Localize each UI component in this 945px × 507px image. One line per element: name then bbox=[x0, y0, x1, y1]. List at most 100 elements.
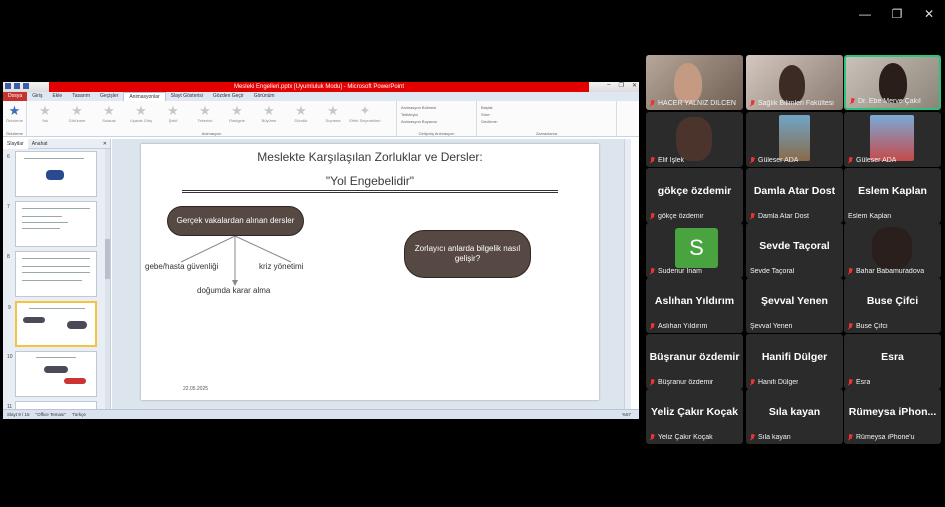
participant-video bbox=[779, 65, 805, 103]
participant-name: Hanifi Dülger bbox=[758, 379, 799, 386]
label-crisis-management: kriz yönetimi bbox=[259, 262, 304, 271]
undo-icon[interactable] bbox=[14, 83, 20, 89]
participant-tile[interactable]: Buse Çifci Buse Çifci bbox=[844, 278, 941, 333]
participant-tile[interactable]: Güleser ADA bbox=[746, 112, 843, 167]
participant-tile[interactable]: Sıla kayan Sıla kayan bbox=[746, 389, 843, 444]
participant-video bbox=[870, 115, 914, 161]
participant-tile[interactable]: Yeliz Çakır Koçak Yeliz Çakır Koçak bbox=[646, 389, 743, 444]
ppt-window-controls[interactable]: – ❐ ✕ bbox=[607, 82, 637, 89]
restore-button[interactable]: ❐ bbox=[881, 0, 913, 28]
tab-slideshow[interactable]: Slayt Gösterisi bbox=[166, 92, 208, 101]
slide-thumbnail[interactable]: 7 bbox=[7, 201, 97, 247]
animation-pane-button[interactable]: Animasyon Bölmesi bbox=[399, 104, 474, 111]
star-icon: ★ bbox=[231, 103, 243, 118]
close-pane-icon[interactable]: ✕ bbox=[99, 139, 110, 149]
participant-display-name: Esra bbox=[881, 351, 904, 363]
tab-insert[interactable]: Ekle bbox=[47, 92, 67, 101]
bubble-wisdom: Zorlayıcı anlarda bilgelik nasıl gelişir… bbox=[404, 230, 531, 278]
tab-home[interactable]: Giriş bbox=[27, 92, 47, 101]
mic-muted-icon bbox=[850, 98, 855, 105]
shared-screen: Mesleki Engelleri.pptx [Uyumluluk Modu] … bbox=[3, 82, 639, 419]
tab-view[interactable]: Görünüm bbox=[249, 92, 280, 101]
save-icon[interactable] bbox=[5, 83, 11, 89]
mic-muted-icon bbox=[650, 268, 655, 275]
participant-tile[interactable]: Hanifi Dülger Hanifi Dülger bbox=[746, 334, 843, 389]
participant-display-name: Eslem Kaplan bbox=[858, 185, 927, 197]
anim-shape[interactable]: ★ Şekil bbox=[157, 104, 189, 124]
slide-title: Meslekte Karşılaşılan Zorluklar ve Dersl… bbox=[257, 150, 483, 164]
slides-pane: Slaytlar Anahat ✕ 6 7 8 9 10 11 bbox=[3, 138, 111, 411]
slide-thumbnail-selected[interactable]: 9 bbox=[8, 301, 97, 347]
anim-appear[interactable]: ★ Görünme bbox=[61, 104, 93, 124]
participant-tile[interactable]: S Sudenur İnam bbox=[646, 223, 743, 278]
label-birth-decision: doğumda karar alma bbox=[197, 286, 271, 295]
mic-muted-icon bbox=[650, 213, 655, 220]
slide-thumbnail[interactable]: 8 bbox=[7, 251, 97, 297]
slide-thumbnail[interactable]: 6 bbox=[7, 151, 97, 197]
participant-tile[interactable]: Eslem Kaplan Eslem Kaplan bbox=[844, 168, 941, 223]
participant-tile[interactable]: Damla Atar Dost Damla Atar Dost bbox=[746, 168, 843, 223]
tab-review[interactable]: Gözden Geçir bbox=[208, 92, 249, 101]
anim-wheel[interactable]: ★ Tekerlek bbox=[189, 104, 221, 124]
tab-transitions[interactable]: Geçişler bbox=[95, 92, 123, 101]
participant-name: Rümeysa iPhone'u bbox=[856, 434, 915, 441]
participant-name: Eslem Kaplan bbox=[848, 213, 892, 220]
pane-scrollbar[interactable] bbox=[105, 149, 110, 409]
participant-tile[interactable]: HACER YALNIZ DİLCEN bbox=[646, 55, 743, 110]
star-icon: ★ bbox=[39, 103, 51, 118]
participant-tile[interactable]: Sağlık Bilimleri Fakültesi bbox=[746, 55, 843, 110]
preview-button[interactable]: ★ Önizleme bbox=[5, 104, 24, 124]
animation-painter-button[interactable]: Animasyon Boyacısı bbox=[399, 118, 474, 125]
anim-bounce[interactable]: ★ Sıçrama bbox=[317, 103, 349, 124]
slide-thumbnail[interactable]: 10 bbox=[7, 351, 97, 397]
anim-fade[interactable]: ★ Solarak bbox=[93, 104, 125, 124]
anim-random[interactable]: ★ Rastgele bbox=[221, 103, 253, 124]
participant-tile[interactable]: Sevde Taçoral Sevde Taçoral bbox=[746, 223, 843, 278]
participant-tile[interactable]: Elif İşlek bbox=[646, 112, 743, 167]
zoom-level[interactable]: %57 bbox=[622, 412, 639, 417]
tab-slides[interactable]: Slaytlar bbox=[3, 138, 28, 149]
tab-design[interactable]: Tasarım bbox=[67, 92, 95, 101]
participant-name: Sevde Taçoral bbox=[750, 268, 795, 275]
anim-fly-in[interactable]: ★ Uçarak Giriş bbox=[125, 104, 157, 124]
participant-display-name: Sevde Taçoral bbox=[759, 240, 830, 252]
tab-file[interactable]: Dosya bbox=[3, 92, 28, 101]
close-button[interactable]: ✕ bbox=[913, 0, 945, 28]
tab-animations[interactable]: Animasyonlar bbox=[123, 91, 166, 102]
slide-scrollbar[interactable] bbox=[624, 139, 631, 409]
participant-tile[interactable]: Bahar Babamuradova bbox=[844, 223, 941, 278]
effect-icon: ✦ bbox=[359, 103, 371, 118]
anim-spin[interactable]: ★ Döndür bbox=[285, 104, 317, 124]
participant-tile[interactable]: Esra Esra bbox=[844, 334, 941, 389]
anim-grow[interactable]: ★ Büyüme bbox=[253, 104, 285, 124]
slide-subtitle: "Yol Engebelidir" bbox=[325, 174, 415, 188]
quick-access-toolbar[interactable] bbox=[5, 83, 29, 89]
participant-tile[interactable]: Aslıhan Yıldırım Aslıhan Yıldırım bbox=[646, 278, 743, 333]
delay-field[interactable]: Gecikme: bbox=[479, 118, 614, 125]
ribbon-tabs: Dosya Giriş Ekle Tasarım Geçişler Animas… bbox=[3, 91, 639, 102]
participant-name: Aslıhan Yıldırım bbox=[658, 323, 708, 330]
redo-icon[interactable] bbox=[23, 83, 29, 89]
participant-tile-speaking[interactable]: Dr. Ebe Merve Çakıl bbox=[844, 55, 941, 110]
participant-name: Yeliz Çakır Koçak bbox=[658, 434, 713, 441]
participant-tile[interactable]: Şevval Yenen Şevval Yenen bbox=[746, 278, 843, 333]
title-divider bbox=[182, 190, 558, 193]
bubble-real-cases: Gerçek vakalardan alınan dersler bbox=[167, 206, 304, 236]
participant-tile[interactable]: gökçe özdemir gökçe özdemir bbox=[646, 168, 743, 223]
participant-tile[interactable]: Güleser ADA bbox=[844, 112, 941, 167]
participant-tile[interactable]: Büşranur özdemir Büşranur özdemir bbox=[646, 334, 743, 389]
start-field[interactable]: Başlat: bbox=[479, 104, 614, 111]
star-icon: ★ bbox=[327, 103, 339, 118]
anim-none[interactable]: ★ Yok bbox=[29, 103, 61, 124]
minimize-button[interactable]: — bbox=[849, 0, 881, 28]
duration-field[interactable]: Süre: bbox=[479, 111, 614, 118]
current-slide[interactable]: Meslekte Karşılaşılan Zorluklar ve Dersl… bbox=[141, 144, 599, 400]
effect-options-button[interactable]: ✦ Efekt Seçenekleri bbox=[349, 103, 381, 124]
ribbon: ★ Önizleme Önizleme ★ Yok ★ Görünme ★ Solara… bbox=[3, 101, 639, 137]
mic-muted-icon bbox=[650, 323, 655, 330]
tab-outline[interactable]: Anahat bbox=[28, 139, 52, 149]
participant-video bbox=[872, 227, 912, 269]
trigger-button[interactable]: Tetikleyici bbox=[399, 111, 474, 118]
participant-video bbox=[879, 63, 907, 103]
participant-tile[interactable]: Rümeysa iPhon... Rümeysa iPhone'u bbox=[844, 389, 941, 444]
